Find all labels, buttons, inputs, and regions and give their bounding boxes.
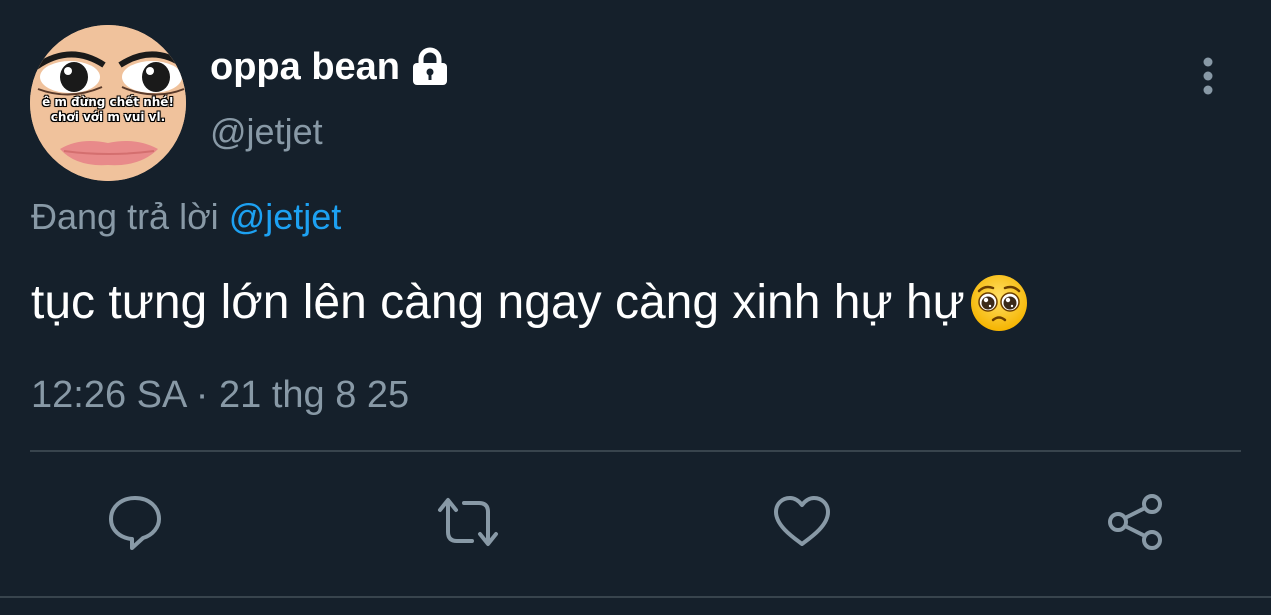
more-options-button[interactable] <box>1190 54 1226 98</box>
like-button[interactable] <box>770 490 834 554</box>
replying-to-mention-link[interactable]: @jetjet <box>229 196 342 237</box>
lock-icon <box>408 47 452 87</box>
retweet-icon <box>438 498 498 546</box>
heart-icon <box>774 496 830 546</box>
avatar-caption-line: ê m đừng chết nhé! <box>42 95 174 109</box>
pleading-face-icon <box>969 273 1029 333</box>
retweet-button[interactable] <box>436 490 500 554</box>
share-icon <box>1108 494 1162 550</box>
share-button[interactable] <box>1104 490 1168 554</box>
bottom-divider <box>0 596 1271 598</box>
tweet-timestamp[interactable]: 12:26 SA · 21 thg 8 25 <box>31 373 409 417</box>
avatar-caption: ê m đừng chết nhé! chơi với m vui vl. <box>30 95 186 125</box>
divider <box>30 450 1241 452</box>
avatar[interactable]: ê m đừng chết nhé! chơi với m vui vl. <box>30 25 186 181</box>
reply-button[interactable] <box>103 490 167 554</box>
author-handle[interactable]: @jetjet <box>210 110 323 154</box>
tweet-text: tục tưng lớn lên càng ngay càng xinh hự … <box>31 273 1029 333</box>
replying-to-label: Đang trả lời <box>31 196 219 237</box>
display-name-text: oppa bean <box>210 46 401 88</box>
more-vertical-icon <box>1203 57 1213 95</box>
reply-icon <box>109 496 161 550</box>
replying-to-line: Đang trả lời @jetjet <box>31 195 341 239</box>
author-display-name[interactable]: oppa bean <box>210 44 452 90</box>
tweet-body: tục tưng lớn lên càng ngay càng xinh hự … <box>31 276 965 329</box>
avatar-caption-line: chơi với m vui vl. <box>50 110 166 124</box>
